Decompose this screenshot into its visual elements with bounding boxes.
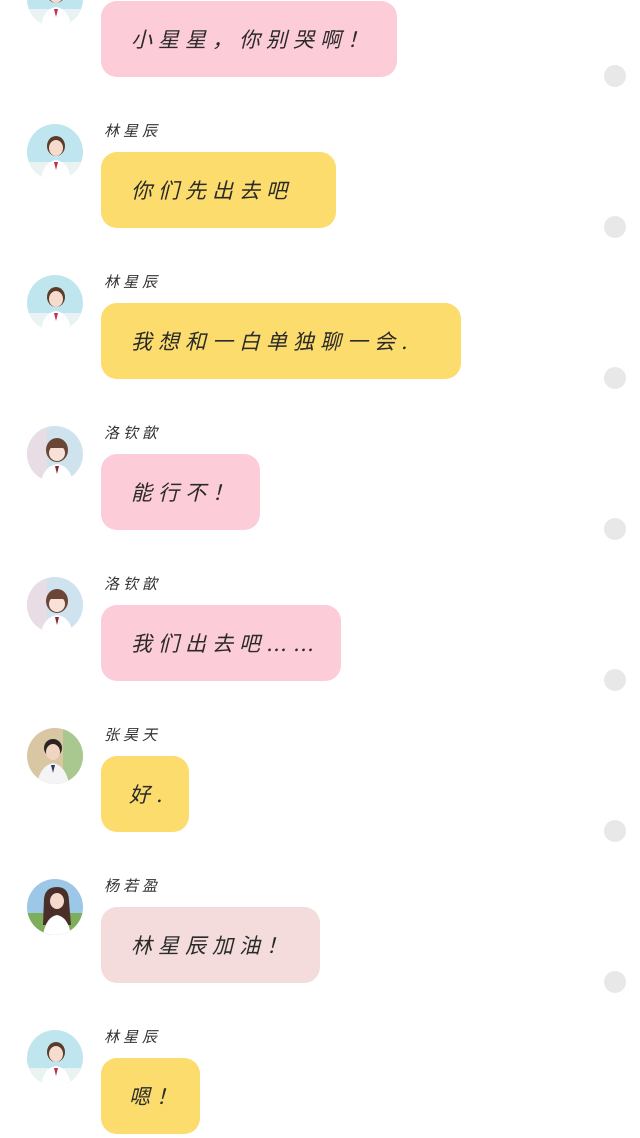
- message-text: 林星辰加油！: [131, 934, 293, 958]
- message-bubble[interactable]: 你们先出去吧: [101, 152, 336, 228]
- avatar[interactable]: [27, 124, 83, 180]
- chat-message: 洛钦歆: [0, 424, 640, 564]
- status-dot[interactable]: [604, 367, 626, 389]
- sender-name: 杨若盈: [104, 877, 162, 895]
- chat-message: 杨若盈: [0, 877, 640, 1017]
- girl-ponytail-avatar: [27, 0, 83, 27]
- chat-message: 林星辰: [0, 1028, 640, 1138]
- message-text: 我们出去吧……: [131, 632, 320, 656]
- status-dot[interactable]: [604, 669, 626, 691]
- message-bubble[interactable]: 能行不！: [101, 454, 260, 530]
- avatar[interactable]: [27, 577, 83, 633]
- avatar[interactable]: [27, 879, 83, 935]
- status-dot[interactable]: [604, 216, 626, 238]
- girl-ponytail-avatar: [27, 124, 83, 180]
- status-dot[interactable]: [604, 971, 626, 993]
- message-bubble[interactable]: 嗯！: [101, 1058, 200, 1134]
- girl-bangs-avatar: [27, 426, 83, 482]
- message-text: 你们先出去吧: [131, 179, 293, 203]
- sender-name: 洛钦歆: [104, 575, 162, 593]
- sender-name: 林星辰: [104, 1028, 162, 1046]
- message-bubble[interactable]: 我想和一白单独聊一会.: [101, 303, 461, 379]
- sender-name: 林星辰: [104, 273, 162, 291]
- girl-ponytail-avatar: [27, 1030, 83, 1086]
- message-bubble[interactable]: 我们出去吧……: [101, 605, 341, 681]
- boy-avatar: [27, 728, 83, 784]
- message-text: 能行不！: [131, 481, 239, 505]
- message-bubble[interactable]: 林星辰加油！: [101, 907, 320, 983]
- message-text: 我想和一白单独聊一会.: [131, 330, 414, 354]
- sender-name: 张昊天: [104, 726, 162, 744]
- message-text: 小星星，你别哭啊！: [131, 28, 374, 52]
- status-dot[interactable]: [604, 65, 626, 87]
- avatar[interactable]: [27, 0, 83, 27]
- avatar[interactable]: [27, 1030, 83, 1086]
- avatar[interactable]: [27, 275, 83, 331]
- message-text: 嗯！: [129, 1085, 183, 1109]
- message-text: 好.: [129, 783, 169, 807]
- status-dot[interactable]: [604, 518, 626, 540]
- message-bubble[interactable]: 小星星，你别哭啊！: [101, 1, 397, 77]
- girl-bangs-avatar: [27, 577, 83, 633]
- status-dot[interactable]: [604, 820, 626, 842]
- sender-name: 洛钦歆: [104, 424, 162, 442]
- avatar[interactable]: [27, 728, 83, 784]
- message-bubble[interactable]: 好.: [101, 756, 189, 832]
- sender-name: 林星辰: [104, 122, 162, 140]
- chat-message: 张昊天: [0, 726, 640, 866]
- avatar[interactable]: [27, 426, 83, 482]
- girl-long-hair-avatar: [27, 879, 83, 935]
- girl-ponytail-avatar: [27, 275, 83, 331]
